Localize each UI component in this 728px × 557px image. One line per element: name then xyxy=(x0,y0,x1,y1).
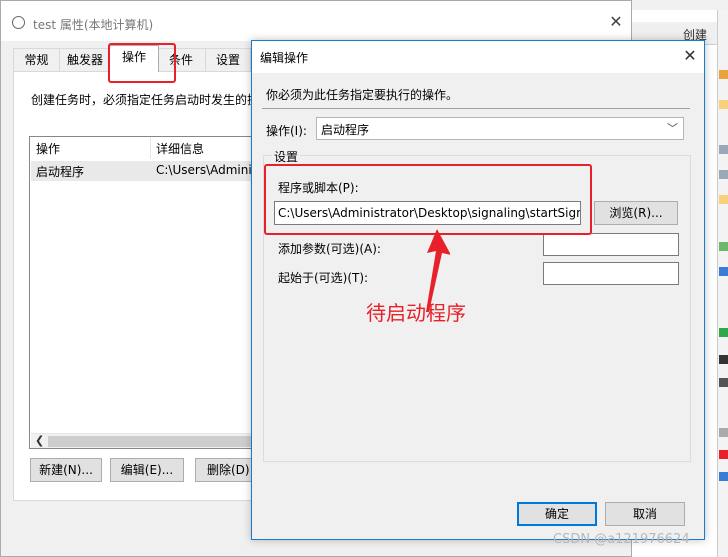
arguments-label: 添加参数(可选)(A): xyxy=(278,242,381,256)
action-label: 操作(I): xyxy=(266,124,307,138)
column-header-details[interactable]: 详细信息 xyxy=(156,140,204,157)
history-icon[interactable] xyxy=(719,428,728,437)
refresh-icon[interactable] xyxy=(719,242,728,251)
start-in-label: 起始于(可选)(T): xyxy=(278,271,369,285)
watermark: CSDN @a121976624 xyxy=(553,532,690,547)
annotation-text: 待启动程序 xyxy=(366,301,466,325)
browse-button[interactable]: 浏览(R)... xyxy=(594,201,678,225)
clock-icon xyxy=(12,16,25,29)
arguments-input[interactable] xyxy=(543,233,679,256)
title-bar[interactable]: test 属性(本地计算机) ✕ xyxy=(1,1,631,41)
actions-description: 创建任务时，必须指定任务启动时发生的操 xyxy=(31,93,260,107)
delete-button[interactable]: 删除(D) xyxy=(195,458,257,482)
close-icon[interactable]: ✕ xyxy=(606,11,626,33)
tab-settings[interactable]: 设置 xyxy=(205,48,251,71)
disable-icon[interactable] xyxy=(719,378,728,387)
action-select[interactable]: 启动程序 ﹀ xyxy=(316,117,684,140)
cancel-button[interactable]: 取消 xyxy=(605,502,685,526)
folder-icon[interactable] xyxy=(719,70,728,79)
tab-general[interactable]: 常规 xyxy=(13,48,60,71)
row-detail: C:\Users\Adminis xyxy=(156,163,258,177)
ok-button[interactable]: 确定 xyxy=(517,502,597,526)
actions-list[interactable]: 操作 详细信息 启动程序 C:\Users\Adminis ❮ xyxy=(29,136,259,449)
dialog-title: 编辑操作 xyxy=(260,51,309,65)
row-action: 启动程序 xyxy=(36,165,85,179)
start-in-input[interactable] xyxy=(543,262,679,285)
settings-group-label: 设置 xyxy=(272,148,301,165)
run-icon[interactable] xyxy=(719,328,728,337)
dialog-instruction: 你必须为此任务指定要执行的操作。 xyxy=(266,88,459,102)
help-icon[interactable] xyxy=(719,267,728,276)
divider xyxy=(262,108,690,109)
help-icon-2[interactable] xyxy=(719,472,728,481)
scrollbar-thumb[interactable] xyxy=(48,436,253,447)
tab-triggers[interactable]: 触发器 xyxy=(59,48,111,71)
scroll-left-icon[interactable]: ❮ xyxy=(35,434,44,447)
new-button[interactable]: 新建(N)... xyxy=(30,458,102,482)
edit-action-dialog: 编辑操作 ✕ 你必须为此任务指定要执行的操作。 操作(I): 启动程序 ﹀ 设置… xyxy=(251,40,705,540)
column-separator[interactable] xyxy=(150,137,151,159)
column-header-action[interactable]: 操作 xyxy=(36,140,60,157)
highlight-box-tab xyxy=(108,43,176,83)
stop-icon[interactable] xyxy=(719,355,728,364)
close-icon[interactable]: ✕ xyxy=(680,45,700,67)
chevron-down-icon[interactable]: ﹀ xyxy=(667,120,678,136)
dialog-title-bar[interactable]: 编辑操作 ✕ xyxy=(252,41,704,73)
table-row[interactable]: 启动程序 C:\Users\Adminis xyxy=(31,161,258,181)
page-icon[interactable] xyxy=(719,170,728,179)
horizontal-scrollbar[interactable]: ❮ xyxy=(31,433,258,448)
clock-icon[interactable] xyxy=(719,100,728,109)
window-title: test 属性(本地计算机) xyxy=(33,18,154,32)
list-icon[interactable] xyxy=(719,145,728,154)
delete-icon[interactable] xyxy=(719,450,728,459)
highlight-box-program xyxy=(264,164,592,235)
folder-open-icon[interactable] xyxy=(719,195,728,204)
edit-button[interactable]: 编辑(E)... xyxy=(110,458,184,482)
action-select-value: 启动程序 xyxy=(321,123,370,137)
